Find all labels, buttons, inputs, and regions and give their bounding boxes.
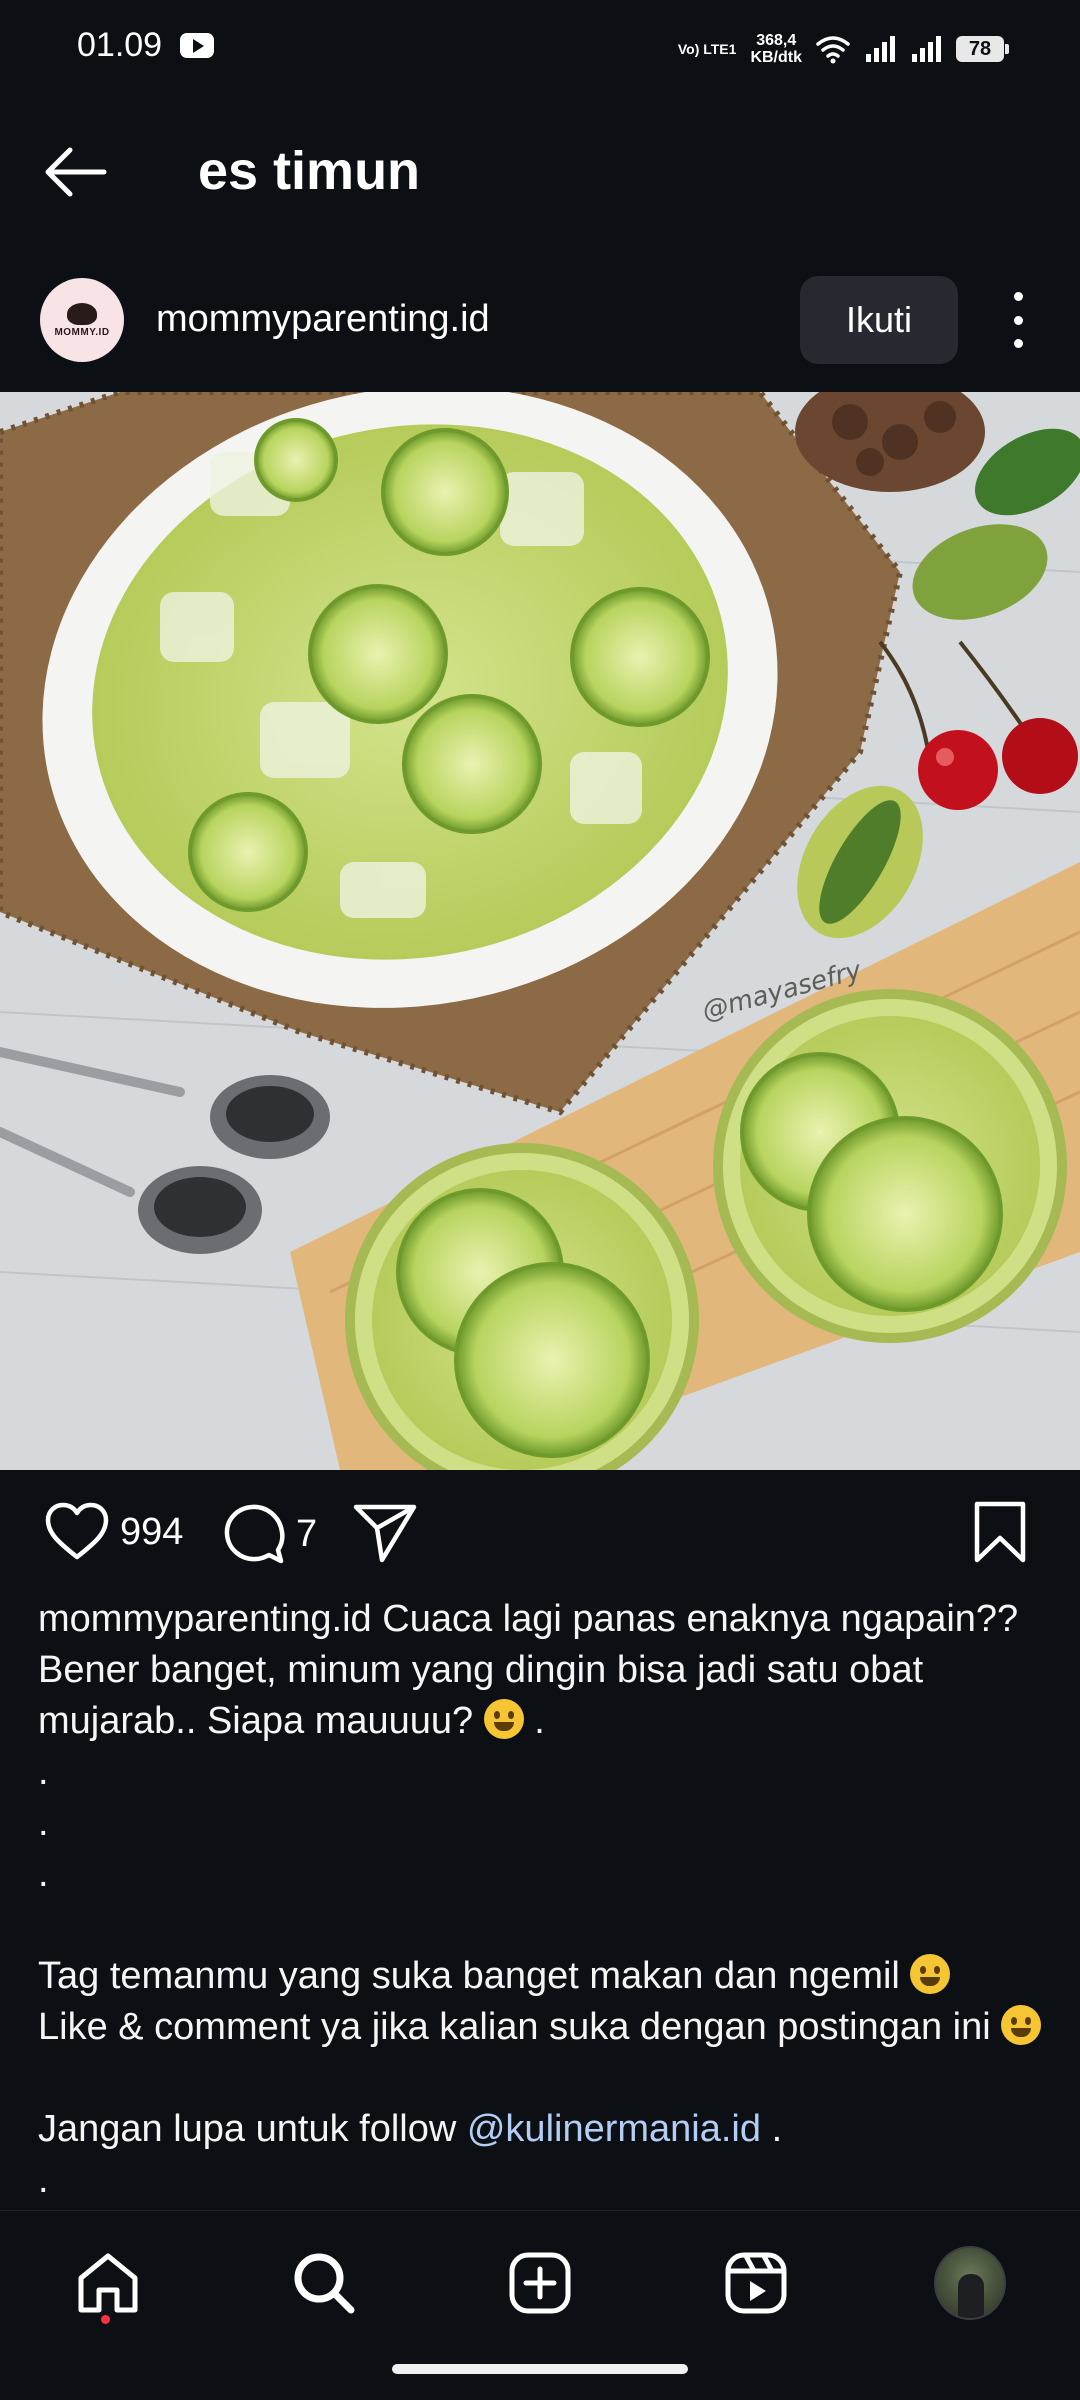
status-indicators: Vo) LTE1 368,4 KB/dtk 78 <box>677 26 1009 72</box>
caption-line: Like & comment ya jika kalian suka denga… <box>38 2002 1048 2053</box>
network-speed-value: 368,4 <box>756 32 797 49</box>
smiling-emoji-icon <box>1001 2005 1042 2045</box>
more-options-icon[interactable] <box>998 292 1038 348</box>
notification-dot <box>101 2315 110 2324</box>
likes-count[interactable]: 994 <box>120 1511 183 1554</box>
avatar-illustration <box>67 302 97 325</box>
reels-icon <box>725 2252 787 2314</box>
food-photo: @mayasefry <box>0 392 1080 1470</box>
caption-text: Jangan lupa untuk follow <box>38 2108 467 2150</box>
laughing-emoji-icon <box>910 1954 951 1994</box>
search-icon <box>294 2253 355 2314</box>
nav-create[interactable] <box>504 2247 576 2319</box>
post-actions: 994 7 <box>0 1492 1080 1572</box>
caption-text: Cuaca lagi panas enaknya ngapain?? <box>371 1598 1019 1640</box>
nav-search[interactable] <box>288 2247 360 2319</box>
page-title: es timun <box>198 141 421 201</box>
mention-link[interactable]: @kulinermania.id <box>467 2108 761 2150</box>
post-caption: mommyparenting.id Cuaca lagi panas enakn… <box>38 1594 1048 2206</box>
caption-line: mujarab.. Siapa mauuuu? . <box>38 1696 1048 1747</box>
comments-count[interactable]: 7 <box>296 1513 317 1556</box>
nav-reels[interactable] <box>720 2247 792 2319</box>
send-icon[interactable] <box>352 1502 418 1564</box>
save-action[interactable] <box>972 1500 1028 1564</box>
bookmark-icon[interactable] <box>972 1500 1028 1564</box>
top-bar: es timun <box>0 112 1080 232</box>
back-button[interactable] <box>40 142 110 202</box>
caption-text: Like & comment ya jika kalian suka denga… <box>38 2006 1002 2048</box>
signal-icon-sim2 <box>912 36 941 62</box>
status-bar: 01.09 Vo) LTE1 368,4 KB/dtk 78 <box>0 0 1080 96</box>
network-type-label: Vo) LTE1 <box>677 41 737 57</box>
profile-avatar <box>934 2246 1006 2320</box>
post-header: MOMMY.ID mommyparenting.id Ikuti <box>0 270 1080 372</box>
post-image[interactable]: @mayasefry <box>0 392 1080 1470</box>
share-action[interactable] <box>352 1502 418 1564</box>
caption-dot: . <box>38 2159 49 2201</box>
comment-icon[interactable] <box>222 1502 286 1566</box>
status-time: 01.09 <box>77 26 163 64</box>
caption-text: . <box>523 1700 545 1742</box>
grinning-emoji-icon <box>483 1699 524 1739</box>
wifi-icon <box>816 36 850 64</box>
caption-username[interactable]: mommyparenting.id <box>38 1598 372 1640</box>
signal-icon-sim1 <box>866 36 895 62</box>
caption-line: Jangan lupa untuk follow @kulinermania.i… <box>38 2104 1048 2155</box>
bottom-navigation <box>0 2210 1080 2351</box>
caption-dot: . <box>38 1802 49 1844</box>
caption-text: Tag temanmu yang suka banget makan dan n… <box>38 1955 911 1997</box>
caption-line: mommyparenting.id Cuaca lagi panas enakn… <box>38 1594 1048 1645</box>
home-icon <box>78 2253 138 2313</box>
youtube-notification-icon <box>180 33 214 58</box>
caption-text: mujarab.. Siapa mauuuu? <box>38 1700 484 1742</box>
add-post-icon <box>509 2252 571 2314</box>
follow-button[interactable]: Ikuti <box>800 276 958 364</box>
avatar-logo-text: MOMMY.ID <box>54 326 110 338</box>
caption-line: Tag temanmu yang suka banget makan dan n… <box>38 1951 1048 2002</box>
heart-icon[interactable] <box>44 1502 110 1562</box>
author-username[interactable]: mommyparenting.id <box>156 298 490 341</box>
comment-action: 7 <box>222 1502 317 1566</box>
network-speed: 368,4 KB/dtk <box>750 32 802 66</box>
caption-dot: . <box>38 1853 49 1895</box>
caption-line: Bener banget, minum yang dingin bisa jad… <box>38 1649 924 1691</box>
nav-home[interactable] <box>72 2247 144 2319</box>
caption-text: . <box>761 2108 783 2150</box>
nav-profile[interactable] <box>934 2246 1006 2320</box>
author-avatar[interactable]: MOMMY.ID <box>40 278 124 362</box>
battery-indicator: 78 <box>956 36 1009 62</box>
arrow-left-icon <box>45 147 107 197</box>
home-indicator[interactable] <box>392 2364 688 2374</box>
network-speed-unit: KB/dtk <box>750 49 802 66</box>
screen: 01.09 Vo) LTE1 368,4 KB/dtk 78 es timun … <box>0 0 1080 2400</box>
like-action: 994 <box>44 1502 183 1562</box>
caption-dot: . <box>38 1751 49 1793</box>
